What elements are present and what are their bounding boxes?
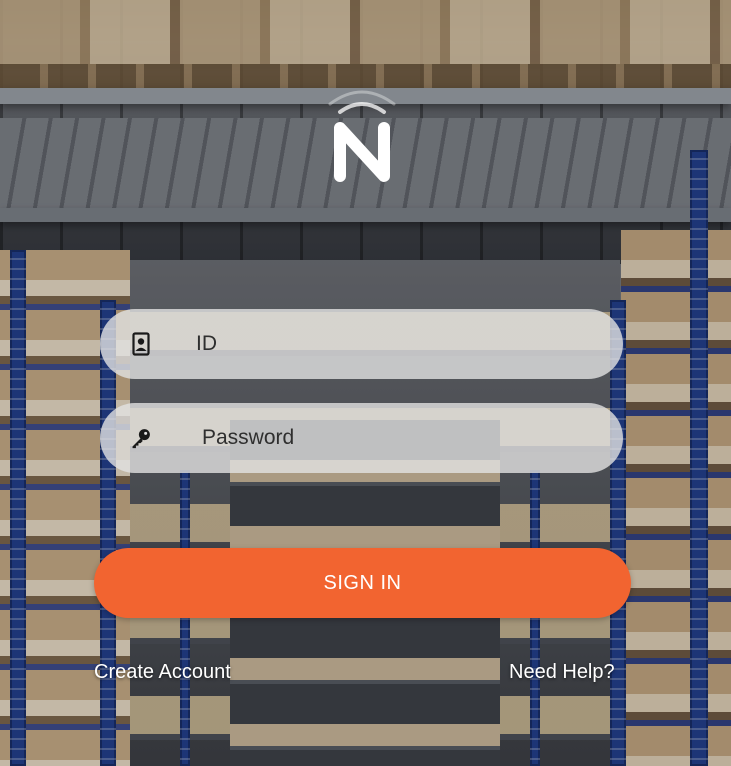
password-input[interactable]: [202, 403, 602, 473]
need-help-link[interactable]: Need Help?: [509, 661, 615, 684]
id-field[interactable]: [100, 309, 623, 379]
key-icon: [130, 426, 152, 450]
id-card-icon: [130, 332, 152, 356]
brand-logo: [312, 76, 412, 186]
create-account-link[interactable]: Create Account: [94, 661, 231, 684]
password-field[interactable]: [100, 403, 623, 473]
n-logo-icon: [328, 90, 396, 182]
sign-in-button[interactable]: SIGN IN: [94, 548, 631, 618]
id-input[interactable]: [196, 309, 596, 379]
